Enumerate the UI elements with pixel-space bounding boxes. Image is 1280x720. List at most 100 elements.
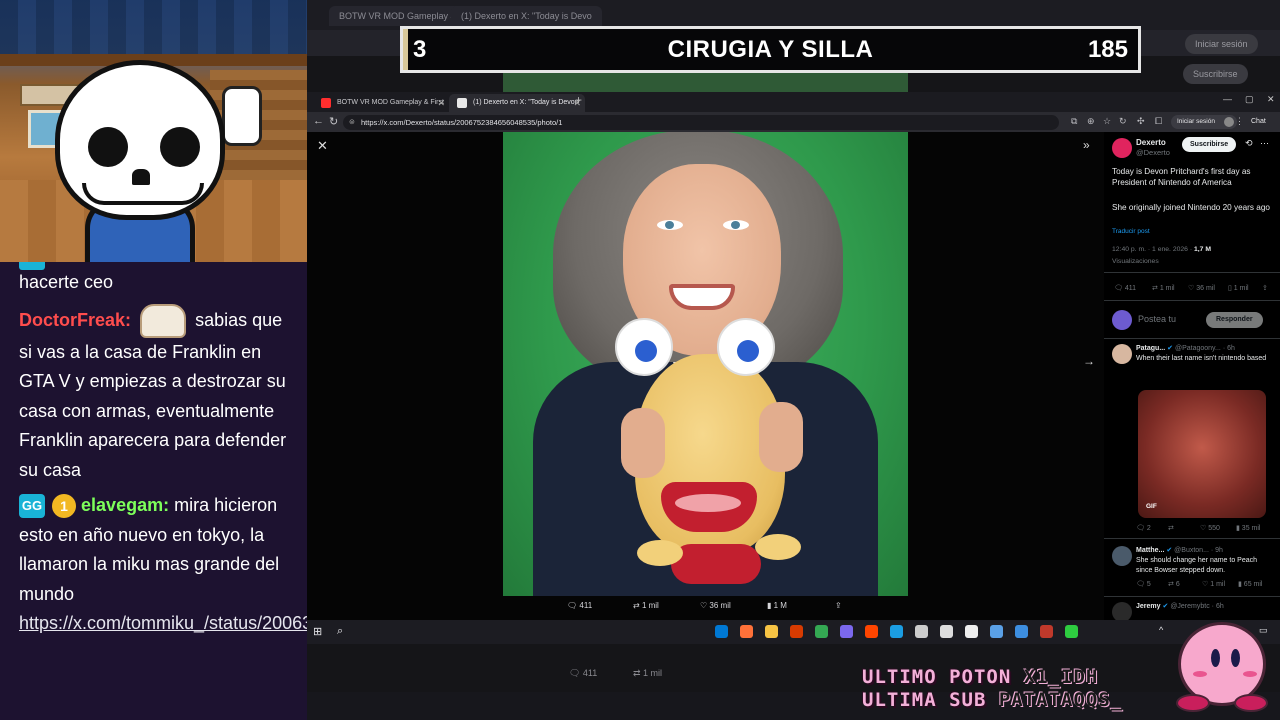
post-photo[interactable] xyxy=(503,132,908,596)
windows-start-icon[interactable]: ⊞ xyxy=(313,625,322,638)
repost-stat[interactable]: ⇄ 6 xyxy=(1168,580,1180,588)
dexerto-avatar[interactable] xyxy=(1112,138,1132,158)
cut-badge xyxy=(19,262,45,270)
reply-name[interactable]: Matthe... xyxy=(1136,547,1164,554)
taskbar-app-icon[interactable] xyxy=(815,625,828,638)
reply-gif[interactable]: GIF xyxy=(1138,390,1266,518)
bg-tab[interactable]: (1) Dexerto en X: "Today is Devo xyxy=(451,6,602,26)
taskbar-app-icon[interactable] xyxy=(865,625,878,638)
extensions-icon[interactable]: ⧉ xyxy=(1071,116,1077,127)
menu-dots-icon[interactable]: ⋮ xyxy=(1235,116,1244,127)
site-info-icon[interactable]: ⊜ xyxy=(349,115,355,130)
taskbar-app-icon[interactable] xyxy=(1040,625,1053,638)
photo-eye-left xyxy=(657,220,683,230)
next-arrow-icon[interactable]: → xyxy=(1083,354,1095,368)
post-text: Today is Devon Pritchard's first day as … xyxy=(1112,167,1251,187)
bg-subscribe-button[interactable]: Suscribirse xyxy=(1183,64,1248,84)
taskbar-app-icon[interactable] xyxy=(890,625,903,638)
star-icon[interactable]: ☆ xyxy=(1103,116,1111,127)
reply-action[interactable]: 🗨 411 xyxy=(567,601,592,610)
close-tab-icon[interactable]: ✕ xyxy=(437,94,445,112)
tray-chevron-icon[interactable]: ^ xyxy=(1159,625,1163,635)
chat-button[interactable]: Chat xyxy=(1251,115,1266,129)
tabs-icon[interactable]: ⧠ xyxy=(1155,116,1162,127)
tab-botw[interactable]: BOTW VR MOD Gameplay & First ✕ xyxy=(313,94,449,112)
close-window-icon[interactable]: ✕ xyxy=(1267,94,1275,105)
views-stat[interactable]: ▮ 35 mil xyxy=(1236,524,1260,532)
grok-icon[interactable]: ⟲ xyxy=(1245,138,1253,149)
like-stat[interactable]: ♡ 550 xyxy=(1200,524,1220,532)
reply-name[interactable]: Jeremy xyxy=(1136,603,1161,610)
post-time: 12:40 p. m. · 1 ene. 2026 · xyxy=(1112,246,1194,253)
taskbar-app-icon[interactable] xyxy=(765,625,778,638)
reply-stat[interactable]: 🗨 411 xyxy=(1114,284,1136,292)
translate-link[interactable]: Traducir post xyxy=(1112,228,1150,235)
views-action[interactable]: ▮ 1 M xyxy=(767,601,787,610)
taskbar-app-icon[interactable] xyxy=(940,625,953,638)
tab-dexerto[interactable]: (1) Dexerto en X: "Today is Devon ✕ xyxy=(449,94,585,112)
taskbar-app-icon[interactable] xyxy=(1015,625,1028,638)
taskbar-app-icon[interactable] xyxy=(790,625,803,638)
share-icon[interactable]: ⇪ xyxy=(835,601,842,610)
divider xyxy=(1104,338,1280,339)
taskbar-app-icon[interactable] xyxy=(990,625,1003,638)
minimize-icon[interactable]: — xyxy=(1223,94,1232,104)
subscribe-button[interactable]: Suscribirse xyxy=(1182,137,1237,152)
reply-count: 411 xyxy=(1124,285,1137,292)
sync-icon[interactable]: ↻ xyxy=(1119,116,1127,127)
search-icon[interactable]: ⌕ xyxy=(337,625,343,638)
taskbar-app-icon[interactable] xyxy=(915,625,928,638)
reply-icon: 🗨 xyxy=(567,601,580,610)
login-button[interactable]: Iniciar sesión xyxy=(1171,115,1237,129)
x-logo-icon xyxy=(457,98,467,108)
more-icon[interactable]: ⋯ xyxy=(1260,138,1269,149)
reply-avatar[interactable] xyxy=(1112,546,1132,566)
reply-name[interactable]: Patagu... xyxy=(1136,345,1165,352)
chat-link[interactable]: https://x.com/tommiku_/status/2006384410… xyxy=(19,609,307,639)
chat-username[interactable]: DoctorFreak: xyxy=(19,309,131,329)
reply-button[interactable]: Responder xyxy=(1206,312,1263,328)
photo-smile xyxy=(669,284,735,310)
like-stat[interactable]: ♡ 36 mil xyxy=(1188,284,1215,292)
puzzle-icon[interactable]: ✣ xyxy=(1137,116,1145,127)
repost-stat[interactable]: ⇄ xyxy=(1168,524,1174,532)
repost-stat[interactable]: ⇄ 1 mil xyxy=(1152,284,1175,292)
repost-action[interactable]: ⇄ 1 mil xyxy=(633,601,659,610)
like-stat[interactable]: ♡ 1 mil xyxy=(1202,580,1225,588)
plush-eye-left xyxy=(615,318,673,376)
bookmark-stat[interactable]: ▯ 1 mil xyxy=(1228,284,1249,292)
like-action[interactable]: ♡ 36 mil xyxy=(700,601,731,610)
bg-login-button[interactable]: Iniciar sesión xyxy=(1185,34,1258,54)
reply-handle: @Patagoony... xyxy=(1174,345,1221,352)
zoom-icon[interactable]: ⊕ xyxy=(1087,116,1095,127)
author-handle[interactable]: @Dexerto xyxy=(1136,148,1170,157)
collapse-sidebar-icon[interactable]: » xyxy=(1083,138,1090,152)
taskbar-app-icon[interactable] xyxy=(965,625,978,638)
taskbar-app-icon[interactable] xyxy=(840,625,853,638)
divider xyxy=(1104,596,1280,597)
maximize-icon[interactable]: ▢ xyxy=(1245,94,1254,105)
share-icon[interactable]: ⇪ xyxy=(1262,284,1268,292)
reply-stat[interactable]: 🗨 5 xyxy=(1136,580,1151,588)
back-icon[interactable]: ← xyxy=(313,115,324,127)
taskbar-app-icon[interactable] xyxy=(715,625,728,638)
address-bar[interactable]: ⊜ https://x.com/Dexerto/status/200675238… xyxy=(343,115,1059,130)
reload-icon[interactable]: ↻ xyxy=(329,115,338,128)
views-stat[interactable]: ▮ 65 mil xyxy=(1238,580,1262,588)
reply-count: 411 xyxy=(579,601,593,610)
taskbar-app-icon[interactable] xyxy=(740,625,753,638)
taskbar-app-icon[interactable] xyxy=(1065,625,1078,638)
chat-username[interactable]: elavegam: xyxy=(81,495,169,515)
browser-window: BOTW VR MOD Gameplay & First ✕ (1) Dexer… xyxy=(307,92,1280,620)
gif-label: GIF xyxy=(1146,503,1157,510)
reply-input[interactable]: Postea tu xyxy=(1138,314,1176,324)
stream-chat: hacerte ceo DoctorFreak: sabias que si v… xyxy=(0,262,307,720)
reply-avatar[interactable] xyxy=(1112,344,1132,364)
reply-stat[interactable]: 🗨 2 xyxy=(1136,524,1151,532)
reply-avatar[interactable] xyxy=(1112,602,1132,620)
close-icon[interactable]: ✕ xyxy=(317,138,328,154)
reply-time: · 9h xyxy=(1210,547,1223,554)
reply-header: Patagu... ✔ @Patagoony... · 6h xyxy=(1136,344,1274,354)
new-tab-button[interactable]: + xyxy=(575,93,582,107)
author-name[interactable]: Dexerto xyxy=(1136,138,1166,147)
